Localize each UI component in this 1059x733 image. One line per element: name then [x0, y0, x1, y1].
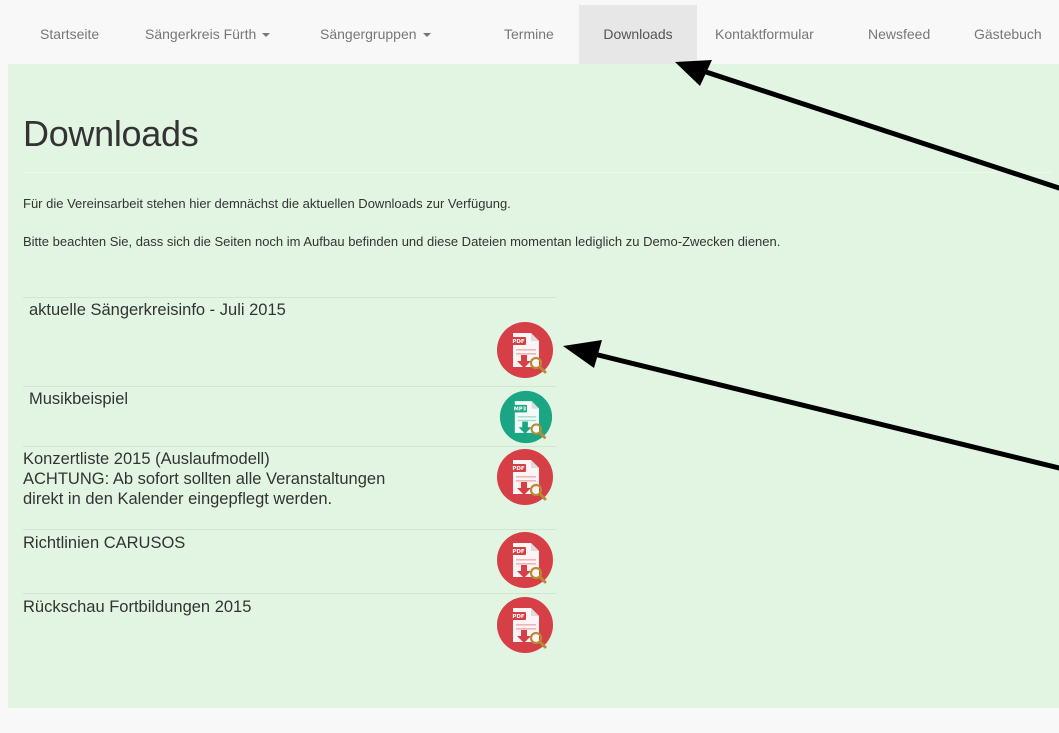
nav-item-newsfeed[interactable]: Newsfeed — [851, 5, 947, 64]
svg-text:PDF: PDF — [512, 466, 525, 472]
download-title: Musikbeispiel — [29, 390, 129, 408]
pdf-file-icon[interactable]: PDF — [496, 596, 554, 654]
nav-item-saengerkreis-fuerth[interactable]: Sängerkreis Fürth — [129, 5, 286, 64]
nav-item-kontaktformular[interactable]: Kontaktformular — [698, 5, 831, 64]
pdf-file-icon[interactable]: PDF — [496, 448, 554, 506]
download-row: Konzertliste 2015 (Auslaufmodell) ACHTUN… — [23, 446, 556, 530]
pdf-file-icon[interactable]: PDF — [496, 531, 554, 589]
download-row: Musikbeispiel MP3 — [23, 386, 556, 447]
download-row: aktuelle Sängerkreisinfo - Juli 2015 PDF — [23, 297, 556, 387]
download-title: Rückschau Fortbildungen 2015 — [23, 598, 252, 616]
demo-notice-text: Bitte beachten Sie, dass sich die Seiten… — [23, 234, 781, 249]
svg-text:PDF: PDF — [512, 549, 525, 555]
nav-item-saengergruppen[interactable]: Sängergruppen — [304, 5, 447, 64]
mp3-file-icon[interactable]: MP3 — [499, 390, 553, 444]
download-title: Konzertliste 2015 (Auslaufmodell) ACHTUN… — [23, 450, 386, 508]
nav-label: Startseite — [40, 26, 100, 42]
top-navbar: Startseite Sängerkreis Fürth Sängergrupp… — [8, 5, 1059, 65]
nav-item-startseite[interactable]: Startseite — [8, 5, 116, 64]
nav-item-gaestebuch[interactable]: Gästebuch — [957, 5, 1059, 64]
svg-text:MP3: MP3 — [514, 407, 527, 413]
nav-label: Kontaktformular — [715, 26, 814, 42]
footer — [8, 708, 1059, 733]
intro-text: Für die Vereinsarbeit stehen hier demnäc… — [23, 196, 511, 211]
nav-label: Sängerkreis Fürth — [145, 26, 257, 42]
download-row: Richtlinien CARUSOS PDF — [23, 529, 556, 594]
nav-label: Sängergruppen — [320, 26, 417, 42]
nav-label: Termine — [504, 26, 554, 42]
nav-item-downloads[interactable]: Downloads — [579, 5, 697, 64]
nav-item-termine[interactable]: Termine — [487, 5, 571, 64]
svg-text:PDF: PDF — [512, 339, 525, 345]
download-title: aktuelle Sängerkreisinfo - Juli 2015 — [29, 301, 286, 319]
nav-label: Downloads — [603, 26, 673, 42]
nav-label: Newsfeed — [868, 26, 931, 42]
title-divider — [23, 172, 1053, 173]
pdf-file-icon[interactable]: PDF — [496, 321, 554, 379]
chevron-down-icon — [422, 33, 431, 38]
svg-text:PDF: PDF — [512, 614, 525, 620]
chevron-down-icon — [262, 33, 271, 38]
page-title: Downloads — [23, 113, 199, 154]
download-row: Rückschau Fortbildungen 2015 PDF — [23, 593, 556, 656]
nav-label: Gästebuch — [974, 26, 1042, 42]
download-title: Richtlinien CARUSOS — [23, 534, 186, 552]
